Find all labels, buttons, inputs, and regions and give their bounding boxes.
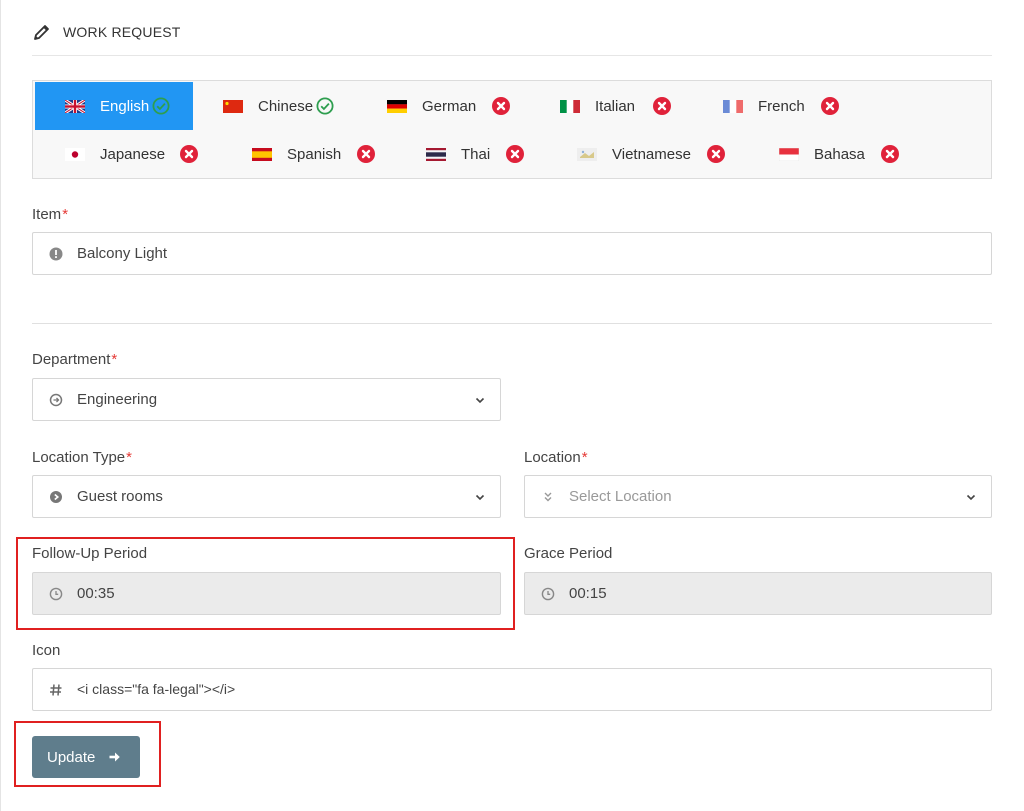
thailand-flag-icon <box>426 147 446 161</box>
tab-label: English <box>100 97 150 115</box>
tab-label: German <box>422 97 477 115</box>
arrow-right-icon <box>108 750 122 764</box>
japan-flag-icon <box>65 147 85 161</box>
location-label-text: Location <box>524 449 581 466</box>
section-header: WORK REQUEST <box>32 18 992 56</box>
tab-label: Italian <box>595 97 636 115</box>
item-value: Balcony Light <box>77 245 168 262</box>
tab-thai[interactable]: Thai <box>426 130 525 178</box>
required-mark: * <box>126 449 132 466</box>
department-select[interactable]: Engineering <box>32 378 501 421</box>
divider <box>32 323 992 324</box>
x-circle-icon <box>820 97 839 115</box>
x-circle-icon <box>880 145 899 163</box>
info-icon <box>48 246 64 262</box>
tab-bahasa[interactable]: Bahasa <box>779 130 899 178</box>
tab-label: Chinese <box>258 97 314 115</box>
icon-label: Icon <box>32 642 61 659</box>
language-tabs: English Chinese German Italian French Ja… <box>32 80 992 179</box>
follow-up-label: Follow-Up Period <box>32 545 148 562</box>
uk-flag-icon <box>65 99 85 113</box>
location-select[interactable]: Select Location <box>524 475 992 518</box>
spain-flag-icon <box>252 147 272 161</box>
grace-input[interactable]: 00:15 <box>524 572 992 615</box>
x-circle-icon <box>653 97 672 115</box>
x-circle-icon <box>357 145 376 163</box>
item-label-text: Item <box>32 206 62 223</box>
tab-vietnamese[interactable]: Vietnamese <box>577 130 725 178</box>
vietnam-flag-icon <box>577 147 597 161</box>
clock-icon <box>540 586 556 602</box>
x-circle-icon <box>180 145 199 163</box>
check-circle-icon <box>152 97 170 115</box>
icon-input[interactable]: <i class="fa fa-legal"></i> <box>32 668 992 711</box>
department-value: Engineering <box>77 391 158 408</box>
chevron-down-icon <box>474 490 486 502</box>
item-input[interactable]: Balcony Light <box>32 232 992 275</box>
tab-label: Japanese <box>100 145 166 163</box>
department-label: Department* <box>32 351 117 368</box>
france-flag-icon <box>723 99 743 113</box>
update-label: Update <box>47 748 96 766</box>
location-type-label-text: Location Type <box>32 449 126 466</box>
italy-flag-icon <box>560 99 580 113</box>
tab-french[interactable]: French <box>723 82 839 130</box>
tab-label: Spanish <box>287 145 342 163</box>
tab-spanish[interactable]: Spanish <box>252 130 376 178</box>
location-label: Location* <box>524 449 588 466</box>
grace-value: 00:15 <box>569 585 607 602</box>
required-mark: * <box>581 449 588 466</box>
china-flag-icon <box>223 99 243 113</box>
double-chevron-icon <box>540 489 556 505</box>
chevron-down-icon <box>474 393 486 405</box>
circle-play-icon <box>48 489 64 505</box>
x-circle-icon <box>492 97 511 115</box>
location-type-select[interactable]: Guest rooms <box>32 475 501 518</box>
hash-icon <box>48 682 64 698</box>
chevron-down-icon <box>965 490 977 502</box>
follow-up-value: 00:35 <box>77 585 115 602</box>
tab-english[interactable]: English <box>35 82 193 130</box>
tab-label: Bahasa <box>814 145 865 163</box>
clock-icon <box>48 586 64 602</box>
location-type-value: Guest rooms <box>77 488 163 505</box>
tab-label: French <box>758 97 805 115</box>
location-placeholder: Select Location <box>569 488 672 505</box>
tab-italian[interactable]: Italian <box>560 82 672 130</box>
tab-japanese[interactable]: Japanese <box>65 130 199 178</box>
indonesia-flag-icon <box>779 147 799 161</box>
left-border <box>0 0 1 811</box>
item-label: Item* <box>32 206 68 223</box>
tab-label: Vietnamese <box>612 145 691 163</box>
required-mark: * <box>111 351 118 368</box>
required-mark: * <box>62 206 69 223</box>
page-title: WORK REQUEST <box>63 24 181 40</box>
circle-arrow-icon <box>48 392 64 408</box>
tab-chinese[interactable]: Chinese <box>223 82 334 130</box>
icon-value: <i class="fa fa-legal"></i> <box>77 681 236 697</box>
germany-flag-icon <box>387 99 407 113</box>
x-circle-icon <box>506 145 525 163</box>
grace-label: Grace Period <box>524 545 613 562</box>
tab-label: Thai <box>461 145 491 163</box>
follow-up-input[interactable]: 00:35 <box>32 572 501 615</box>
update-button[interactable]: Update <box>32 736 140 778</box>
department-label-text: Department <box>32 351 111 368</box>
x-circle-icon <box>706 145 725 163</box>
check-circle-icon <box>316 97 334 115</box>
location-type-label: Location Type* <box>32 449 132 466</box>
tab-german[interactable]: German <box>387 82 511 130</box>
pencil-icon <box>32 22 52 42</box>
